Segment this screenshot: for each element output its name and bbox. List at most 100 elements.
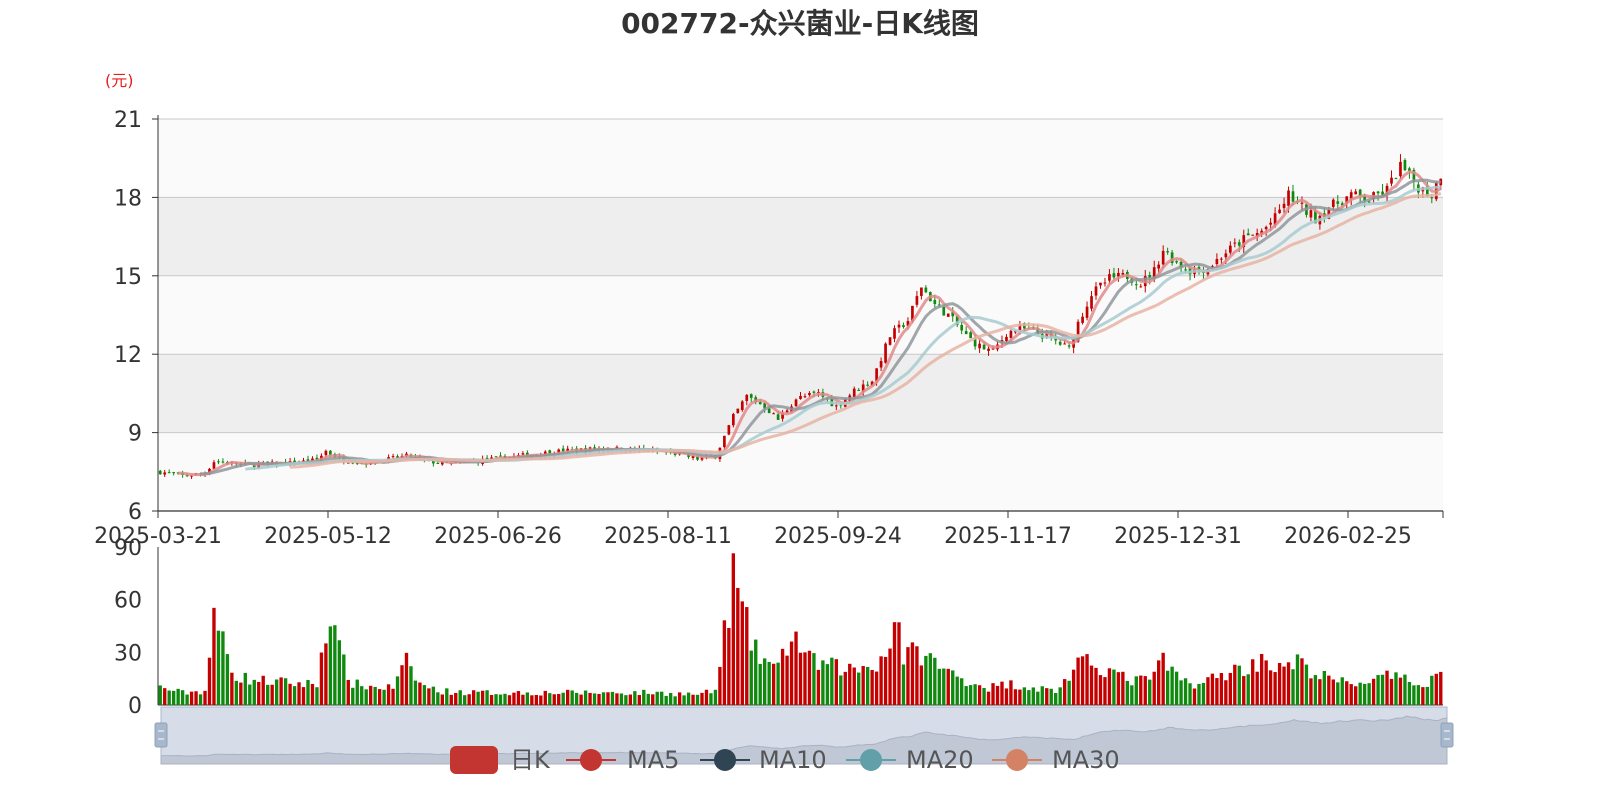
candle-body: [960, 324, 964, 331]
volume-bar: [436, 692, 440, 705]
volume-bar: [1103, 677, 1107, 705]
volume-bar: [624, 695, 628, 705]
volume-bar: [274, 679, 279, 705]
volume-bar: [445, 688, 449, 705]
volume-bar: [207, 657, 212, 705]
volume-bar: [736, 587, 740, 705]
date-tick-label: 2025-12-31: [1114, 524, 1242, 549]
volume-bar: [458, 690, 462, 705]
volume-bar: [297, 682, 301, 705]
volume-bar: [1380, 674, 1385, 705]
volume-bar: [655, 691, 659, 705]
volume-tick-label: 60: [114, 589, 142, 614]
candle-body: [803, 396, 807, 398]
volume-bar: [1161, 652, 1165, 705]
volume-bar: [1237, 665, 1241, 705]
volume-bar: [1304, 664, 1309, 705]
volume-bar: [1139, 675, 1143, 705]
volume-bar: [1439, 671, 1443, 705]
price-axis: 6 9 12 15 18 21: [114, 108, 159, 525]
volume-bar: [601, 692, 606, 705]
volume-bar: [409, 666, 413, 705]
volume-bar: [530, 695, 534, 705]
volume-bar: [266, 684, 270, 705]
candle-body: [745, 394, 749, 401]
volume-bar: [176, 688, 180, 705]
volume-bar: [1371, 678, 1376, 705]
volume-bar: [525, 692, 530, 705]
volume-bar: [937, 668, 941, 705]
volume-bar: [910, 642, 915, 705]
volume-bar: [1080, 656, 1085, 705]
candle: [942, 306, 946, 316]
volume-bar: [1085, 654, 1089, 705]
volume-bar: [243, 672, 247, 705]
volume-bar: [1089, 665, 1094, 705]
volume-bar: [686, 692, 691, 705]
volume-bar: [413, 680, 418, 705]
candle-body: [736, 408, 740, 414]
volume-bar: [1340, 677, 1344, 705]
volume-bar: [203, 690, 207, 705]
candle-body: [834, 405, 838, 407]
date-tick-label: 2025-09-24: [774, 524, 902, 549]
zoom-handle-grip[interactable]: [154, 722, 168, 748]
volume-bar: [431, 686, 436, 705]
price-grid-band: [158, 432, 1443, 511]
zoom-handle-grip[interactable]: [1440, 722, 1454, 748]
volume-bar: [691, 694, 695, 705]
volume-bar: [1165, 670, 1170, 705]
volume-bar: [1206, 677, 1210, 705]
volume-bar: [1058, 687, 1062, 705]
candle-body: [1367, 201, 1371, 203]
volume-bar: [695, 694, 700, 705]
volume-bar: [1152, 671, 1156, 705]
candle-body: [902, 325, 905, 328]
volume-bar: [1318, 679, 1322, 705]
volume-bar: [619, 693, 624, 705]
candle-body: [1094, 286, 1098, 296]
volume-bar: [1331, 679, 1335, 705]
volume-bar: [391, 688, 395, 705]
volume-bar: [960, 678, 964, 705]
volume-bar: [1116, 672, 1121, 705]
volume-bar: [163, 688, 167, 705]
legend-swatch-dot: [580, 749, 602, 771]
volume-bar: [360, 686, 364, 705]
volume-bar: [1367, 683, 1371, 705]
volume-bar: [946, 668, 950, 705]
volume-bar: [843, 671, 847, 705]
candle-body: [808, 393, 811, 396]
volume-bar: [310, 683, 315, 705]
zoom-handle[interactable]: [1440, 722, 1454, 748]
volume-bar: [1022, 687, 1027, 705]
volume-bar: [404, 652, 409, 705]
volume-bar: [888, 648, 892, 705]
candle-body: [494, 456, 498, 458]
volume-bar: [1322, 670, 1327, 705]
volume-bar: [315, 687, 319, 705]
volume-bar: [642, 689, 646, 705]
candle: [736, 408, 740, 414]
volume-bar: [651, 694, 655, 705]
candle-body: [888, 337, 892, 345]
volume-bar: [1233, 664, 1237, 705]
volume-bar: [682, 695, 686, 705]
volume-bar: [346, 679, 350, 705]
volume-bar: [1094, 667, 1098, 705]
candle-body: [1058, 341, 1062, 345]
volume-bar: [1040, 686, 1044, 705]
volume-bar: [951, 670, 955, 705]
volume-bar: [592, 693, 597, 705]
volume-bar: [848, 663, 852, 705]
volume-bar: [539, 695, 543, 705]
candle-body: [1166, 251, 1169, 253]
volume-bar: [915, 646, 919, 705]
candle-body: [933, 299, 937, 305]
zoom-handle[interactable]: [154, 722, 168, 748]
volume-bar: [198, 694, 203, 705]
candle-body: [158, 470, 162, 475]
volume-bar: [489, 695, 494, 705]
volume-bar: [507, 695, 512, 705]
candle-body: [1390, 177, 1393, 184]
